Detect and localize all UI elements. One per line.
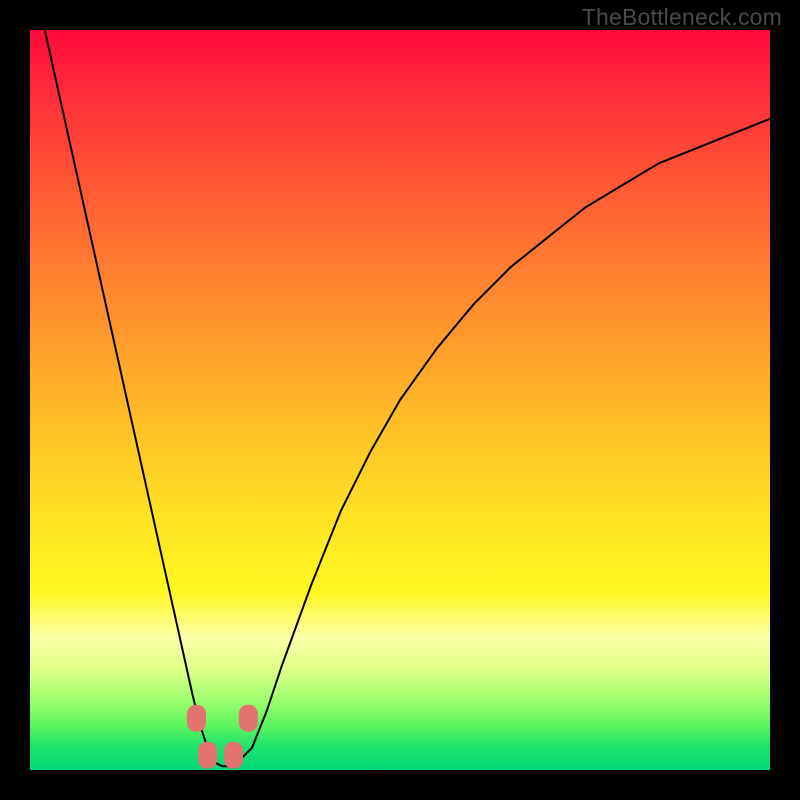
bottleneck-curve	[45, 30, 770, 766]
chart-svg	[30, 30, 770, 770]
marker-right-lower	[224, 742, 243, 769]
marker-left-lower	[198, 742, 217, 769]
plot-area	[30, 30, 770, 770]
marker-left-upper	[187, 705, 206, 732]
marker-right-upper	[239, 705, 258, 732]
chart-frame: TheBottleneck.com	[0, 0, 800, 800]
marker-group	[187, 705, 258, 769]
watermark-text: TheBottleneck.com	[582, 4, 782, 31]
